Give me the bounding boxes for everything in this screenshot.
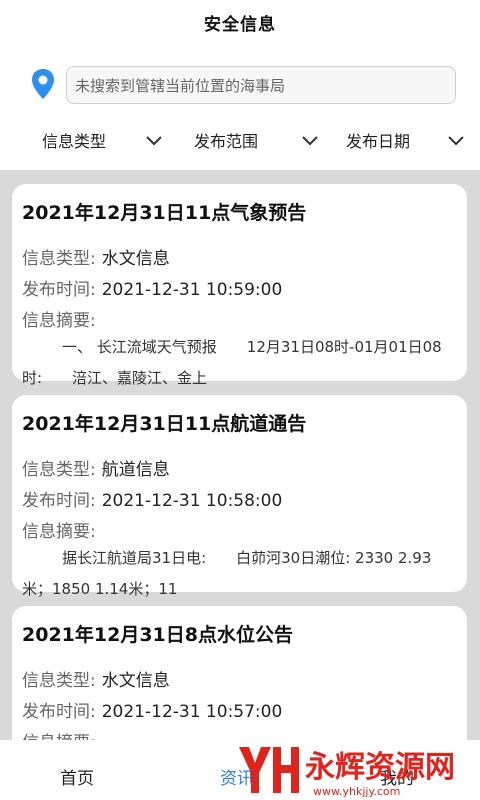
filter-publish-scope[interactable]: 发布范围 [160, 124, 320, 158]
time-label: 发布时间: [22, 702, 96, 722]
chevron-down-icon [302, 136, 318, 146]
chevron-down-icon [448, 136, 464, 146]
search-box[interactable] [66, 66, 456, 104]
time-value: 2021-12-31 10:58:00 [101, 491, 283, 511]
time-value: 2021-12-31 10:57:00 [101, 702, 283, 722]
type-label: 信息类型: [22, 249, 96, 269]
summary-label: 信息摘要: [22, 733, 96, 740]
watermark-logo: 永辉资源网 www.yhkjjy.com [239, 747, 455, 798]
card-title: 2021年12月31日11点气象预告 [22, 202, 307, 224]
type-value: 水文信息 [101, 671, 170, 691]
card-title: 2021年12月31日11点航道通告 [22, 413, 307, 435]
type-value: 水文信息 [101, 249, 170, 269]
filter-label: 信息类型 [42, 132, 107, 151]
nav-home[interactable]: 首页 [60, 764, 94, 789]
summary-label: 信息摘要: [22, 311, 96, 331]
app-header: 安全信息 信息类型 发布范围 发布日期 [0, 0, 480, 170]
card-title: 2021年12月31日8点水位公告 [22, 624, 293, 646]
card-type-row: 信息类型: 航道信息 [22, 455, 170, 480]
card-type-row: 信息类型: 水文信息 [22, 244, 170, 269]
filter-label: 发布范围 [194, 132, 259, 151]
card-time-row: 发布时间: 2021-12-31 10:57:00 [22, 697, 282, 722]
card-time-row: 发布时间: 2021-12-31 10:59:00 [22, 275, 282, 300]
summary-label: 信息摘要: [22, 522, 96, 542]
filter-info-type[interactable]: 信息类型 [0, 124, 162, 158]
card-type-row: 信息类型: 水文信息 [22, 666, 170, 691]
watermark-text: 永辉资源网 [305, 750, 455, 785]
time-value: 2021-12-31 10:59:00 [101, 280, 283, 300]
search-row [30, 66, 456, 104]
card-summary-label: 信息摘要: [22, 306, 96, 331]
type-label: 信息类型: [22, 460, 96, 480]
time-label: 发布时间: [22, 491, 96, 511]
type-value: 航道信息 [101, 460, 170, 480]
info-list[interactable]: 2021年12月31日11点气象预告 信息类型: 水文信息 发布时间: 2021-1… [0, 170, 480, 740]
card-summary-label: 信息摘要: [22, 517, 96, 542]
card-summary-label: 信息摘要: [22, 728, 96, 740]
card-summary: 一、 长江流域天气预报 12月31日08时-01月01日08时: 涪江、嘉陵江、… [22, 338, 442, 387]
info-card[interactable]: 2021年12月31日11点航道通告 信息类型: 航道信息 发布时间: 2021-1… [12, 395, 467, 598]
type-label: 信息类型: [22, 671, 96, 691]
page-title: 安全信息 [204, 15, 276, 35]
location-pin-icon[interactable] [30, 68, 56, 102]
search-input[interactable] [75, 73, 445, 99]
info-card[interactable]: 2021年12月31日8点水位公告 信息类型: 水文信息 发布时间: 2021-12… [12, 606, 467, 740]
info-card[interactable]: 2021年12月31日11点气象预告 信息类型: 水文信息 发布时间: 2021-1… [12, 184, 467, 387]
time-label: 发布时间: [22, 280, 96, 300]
filter-publish-date[interactable]: 发布日期 [320, 124, 480, 158]
filter-label: 发布日期 [346, 132, 411, 151]
filter-bar: 信息类型 发布范围 发布日期 [0, 124, 480, 158]
card-summary: 据长江航道局31日电: 白茆河30日潮位: 2330 2.93米；1850 1.… [22, 549, 432, 598]
watermark-url: www.yhkjjy.com [313, 785, 400, 798]
card-time-row: 发布时间: 2021-12-31 10:58:00 [22, 486, 282, 511]
